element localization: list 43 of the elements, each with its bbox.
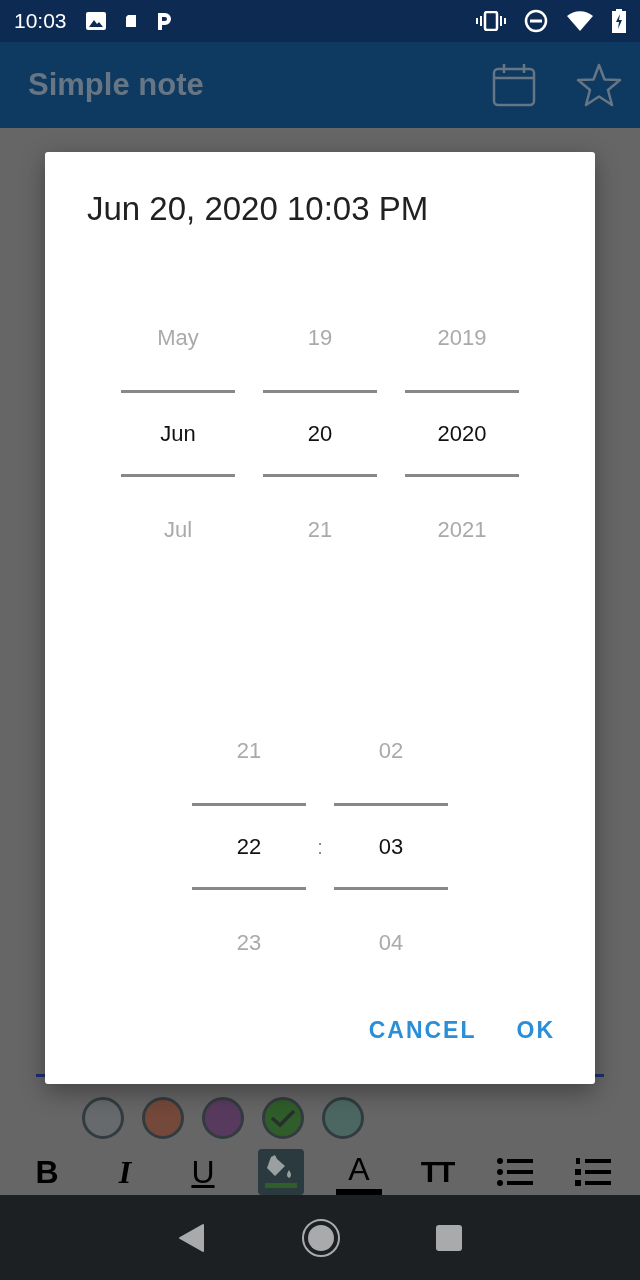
check-icon — [269, 1107, 297, 1129]
underline-button[interactable]: U — [180, 1149, 226, 1195]
status-time: 10:03 — [14, 9, 67, 33]
picker-option[interactable]: 02 — [378, 699, 404, 803]
back-icon[interactable] — [177, 1222, 207, 1253]
color-swatch[interactable] — [142, 1097, 184, 1139]
dialog-button[interactable]: OK — [506, 1009, 565, 1052]
picker-option[interactable]: 23 — [236, 890, 262, 996]
italic-button[interactable]: I — [102, 1149, 148, 1195]
dialog-button[interactable]: CANCEL — [358, 1009, 487, 1052]
fill-color-button[interactable] — [258, 1149, 304, 1195]
calendar-icon[interactable] — [492, 63, 536, 107]
color-swatch[interactable] — [262, 1097, 304, 1139]
star-icon[interactable] — [576, 63, 622, 107]
app-title: Simple note — [28, 67, 204, 103]
picker-value[interactable]: 2020 — [405, 390, 519, 477]
picker-option[interactable]: 2019 — [437, 286, 487, 390]
color-swatch[interactable] — [322, 1097, 364, 1139]
color-swatch[interactable] — [202, 1097, 244, 1139]
recents-icon[interactable] — [435, 1223, 463, 1252]
size-button[interactable]: TT — [414, 1149, 460, 1195]
picker-option[interactable]: 19 — [307, 286, 333, 390]
dialog-title: Jun 20, 2020 10:03 PM — [86, 190, 430, 228]
vibrate-icon — [476, 11, 506, 31]
picker-option[interactable]: 21 — [236, 699, 262, 803]
color-swatch[interactable] — [82, 1097, 124, 1139]
time-separator: : — [316, 836, 324, 859]
picker-value[interactable]: 20 — [263, 390, 377, 477]
bold-button[interactable]: B — [24, 1149, 70, 1195]
picker-value[interactable]: 22 — [192, 803, 306, 890]
picker-option[interactable]: 2021 — [437, 477, 487, 583]
sd-card-icon — [124, 14, 137, 28]
wifi-icon — [566, 10, 594, 32]
picker-value[interactable]: 03 — [334, 803, 448, 890]
do-not-disturb-icon — [524, 9, 548, 33]
picker-option[interactable]: 21 — [307, 477, 333, 583]
picker-value[interactable]: Jun — [121, 390, 235, 477]
battery-icon — [612, 9, 626, 33]
image-icon — [84, 11, 107, 31]
picker-option[interactable]: May — [157, 286, 199, 390]
home-icon[interactable] — [301, 1217, 341, 1258]
picker-option[interactable]: Jul — [163, 477, 193, 583]
picker-option[interactable]: 04 — [378, 890, 404, 996]
